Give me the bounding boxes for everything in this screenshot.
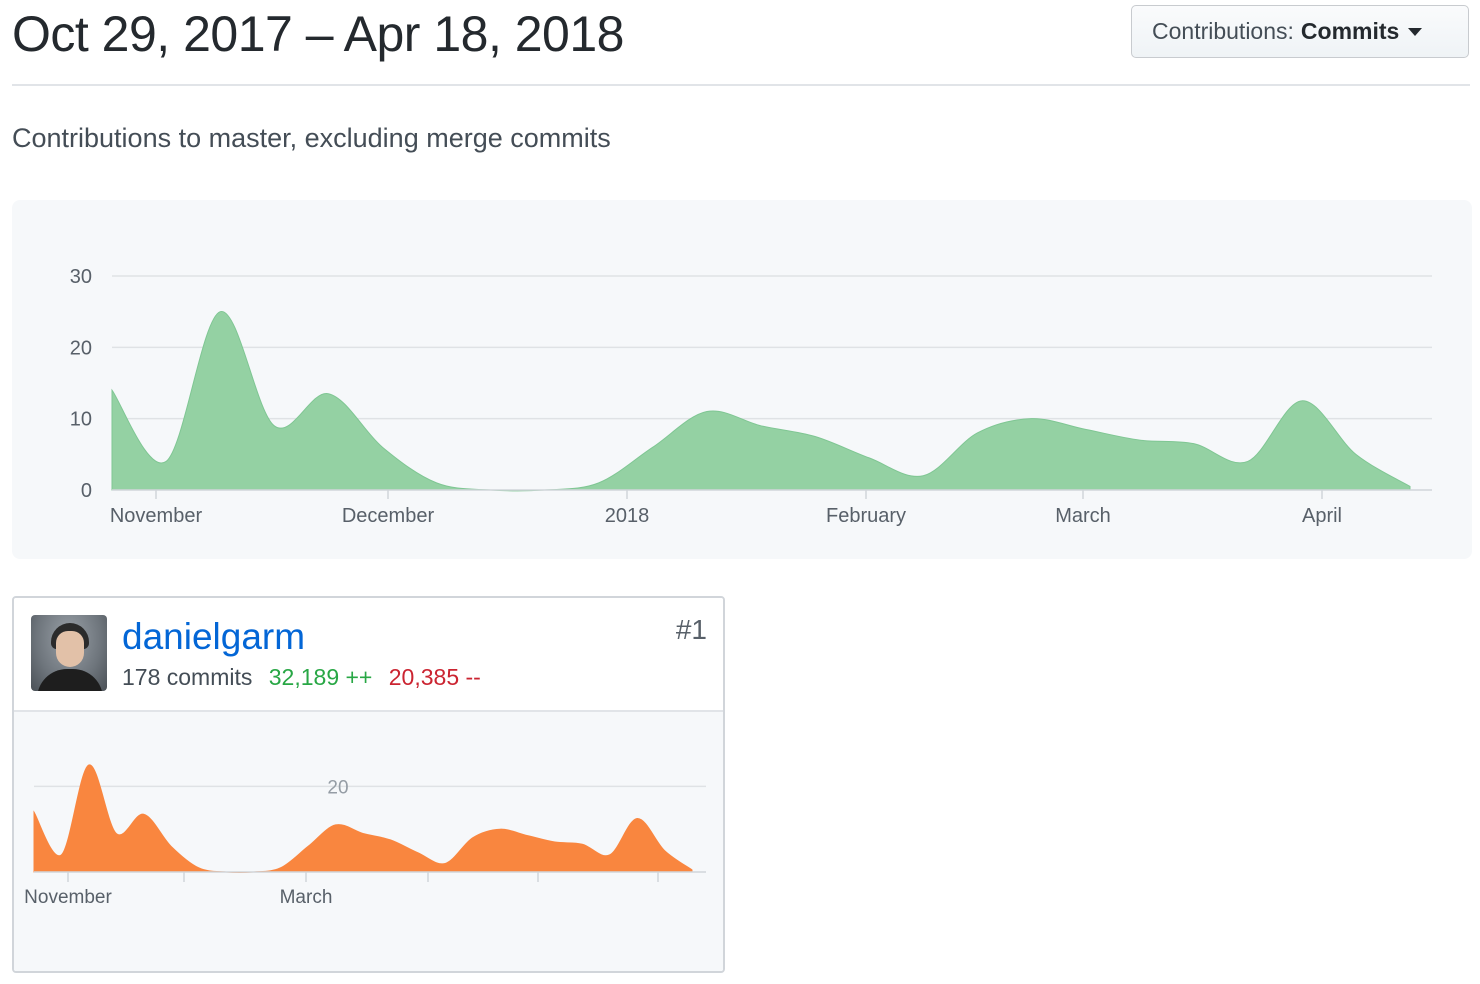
x-tick-label: February: [826, 505, 906, 527]
commit-count-link[interactable]: 178 commits: [122, 664, 252, 690]
series-area: [111, 311, 1411, 492]
header-divider: [12, 84, 1470, 86]
deletions-count: 20,385 --: [388, 664, 481, 690]
x-tick-label: March: [1055, 505, 1111, 527]
contributor-chart-svg: 20 November March: [24, 764, 706, 908]
y-tick-label: 20: [70, 337, 92, 359]
date-range-title: Oct 29, 2017 – Apr 18, 2018: [12, 6, 624, 62]
main-chart-svg: 0 10 20 30 November December 2018 February March…: [70, 266, 1432, 527]
contributor-chart: 20 November March: [14, 712, 723, 971]
chart-subtitle: Contributions to master, excluding merge…: [12, 123, 611, 153]
y-tick-label: 30: [70, 266, 92, 288]
filter-value-label: Commits: [1300, 18, 1400, 44]
contributor-stats: 178 commits 32,189 ++ 20,385 --: [122, 664, 481, 691]
x-tick-label: March: [280, 887, 333, 908]
avatar-face: [56, 631, 84, 667]
x-tick-label: April: [1302, 505, 1342, 527]
avatar[interactable]: [31, 615, 107, 691]
contributor-card-header: danielgarm #1 178 commits 32,189 ++ 20,3…: [14, 598, 723, 712]
main-contributions-chart: 0 10 20 30 November December 2018 February March…: [12, 200, 1472, 559]
avatar-body: [37, 669, 103, 691]
x-tick-label: November: [110, 505, 203, 527]
y-tick-label: 10: [70, 409, 92, 431]
caret-down-icon: [1408, 27, 1423, 36]
additions-count: 32,189 ++: [268, 664, 373, 690]
y-tick-label: 20: [327, 777, 348, 798]
series-area: [33, 764, 693, 874]
x-tick-label: 2018: [605, 505, 650, 527]
contributor-card: danielgarm #1 178 commits 32,189 ++ 20,3…: [12, 596, 725, 973]
x-tick-label: December: [342, 505, 435, 527]
y-tick-label: 0: [81, 480, 92, 502]
contributions-filter-button[interactable]: Contributions: Commits: [1131, 5, 1469, 58]
x-tick-label: November: [24, 887, 112, 908]
contributor-rank: #1: [675, 614, 707, 645]
filter-prefix-label: Contributions:: [1152, 18, 1294, 44]
contributor-username-link[interactable]: danielgarm: [122, 616, 305, 658]
